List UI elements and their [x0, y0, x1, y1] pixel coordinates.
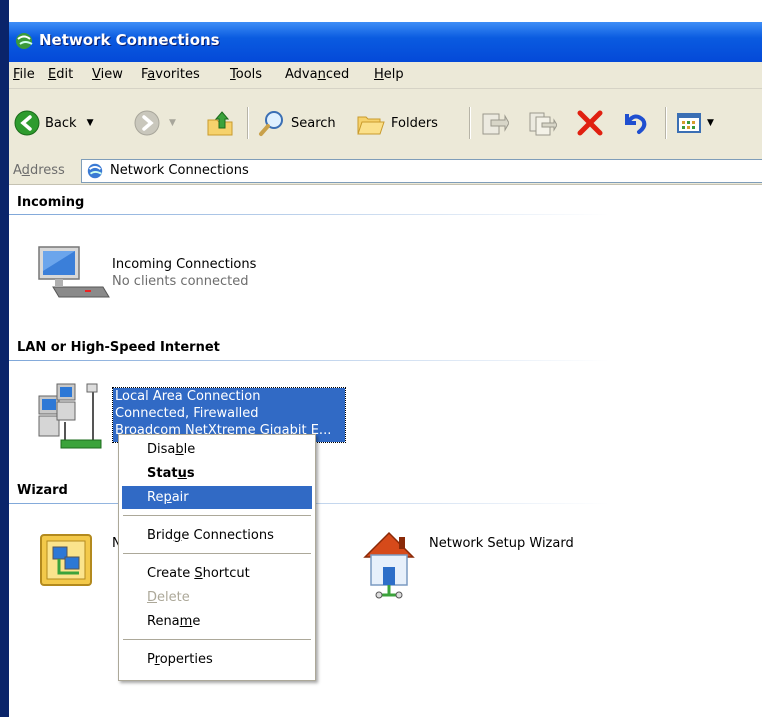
menu-tools[interactable]: Tools: [230, 67, 262, 82]
folders-button[interactable]: Folders: [355, 107, 438, 139]
undo-button[interactable]: [619, 107, 649, 139]
back-label: Back: [45, 115, 77, 131]
menu-view[interactable]: View: [92, 67, 123, 82]
ctx-delete: Delete: [147, 590, 190, 605]
views-button[interactable]: ▼: [675, 107, 714, 139]
up-folder-icon: [207, 111, 233, 136]
lan-connection-status: Connected, Firewalled: [115, 406, 259, 421]
back-arrow-icon: [14, 110, 40, 136]
toolbar-separator: [665, 107, 667, 139]
forward-arrow-icon: [134, 110, 160, 136]
menu-file[interactable]: File: [13, 67, 35, 82]
incoming-connections-label[interactable]: Incoming Connections No clients connecte…: [112, 256, 256, 290]
move-to-icon: [482, 113, 509, 135]
ctx-rename[interactable]: Rename: [122, 610, 312, 633]
folders-icon: [357, 116, 385, 135]
menu-advanced[interactable]: Advanced: [285, 67, 349, 82]
address-label: Address: [13, 163, 65, 178]
forward-button[interactable]: ▼: [133, 107, 176, 139]
copy-to-icon: [529, 112, 557, 136]
menu-edit[interactable]: Edit: [48, 67, 73, 82]
new-connection-wizard-icon[interactable]: [35, 529, 99, 593]
group-divider: [9, 360, 609, 361]
local-area-connection-icon[interactable]: [35, 382, 111, 454]
group-divider: [9, 214, 609, 215]
ctx-separator: [123, 553, 311, 554]
search-button[interactable]: Search: [257, 107, 336, 139]
back-button[interactable]: Back ▼: [13, 107, 93, 139]
ctx-bridge-connections[interactable]: Bridge Connections: [122, 524, 312, 547]
network-connections-icon: [87, 163, 103, 179]
window-title: Network Connections: [39, 31, 220, 49]
address-field[interactable]: Network Connections: [81, 159, 762, 183]
search-label: Search: [291, 115, 336, 131]
copy-to-button[interactable]: [527, 107, 557, 139]
group-wizard-title: Wizard: [17, 483, 68, 498]
ctx-disable[interactable]: Disable: [122, 438, 312, 461]
group-incoming-title: Incoming: [17, 195, 85, 210]
toolbar-separator: [469, 107, 471, 139]
window-left-edge: [0, 0, 9, 717]
ctx-repair[interactable]: Repair: [122, 486, 312, 509]
group-lan-title: LAN or High-Speed Internet: [17, 340, 220, 355]
ctx-properties[interactable]: Properties: [122, 648, 312, 671]
address-bar: Address Network Connections: [9, 157, 762, 185]
undo-icon: [625, 114, 647, 134]
views-dropdown-icon[interactable]: ▼: [707, 118, 714, 128]
incoming-connections-name: Incoming Connections: [112, 257, 257, 272]
title-bar[interactable]: Network Connections: [9, 22, 762, 62]
ctx-status[interactable]: Status: [122, 462, 312, 485]
menu-bar: File Edit View Favorites Tools Advanced …: [9, 62, 762, 89]
up-folder-button[interactable]: [205, 107, 235, 139]
context-menu: Disable Status Repair Bridge Connections…: [118, 434, 316, 681]
menu-help[interactable]: Help: [374, 67, 404, 82]
menu-favorites[interactable]: Favorites: [141, 67, 200, 82]
toolbar-separator: [247, 107, 249, 139]
views-icon: [677, 113, 701, 133]
ctx-separator: [123, 515, 311, 516]
incoming-connections-icon[interactable]: [33, 243, 113, 303]
lan-connection-name: Local Area Connection: [115, 389, 261, 404]
network-connections-icon: [16, 33, 33, 49]
incoming-connections-status: No clients connected: [112, 274, 249, 289]
delete-x-icon: [577, 110, 603, 136]
forward-dropdown-icon[interactable]: ▼: [169, 118, 176, 128]
explorer-window: Network Connections File Edit View Favor…: [0, 0, 762, 717]
standard-toolbar: Back ▼ ▼ Search Folders ▼: [9, 89, 762, 158]
ctx-create-shortcut[interactable]: Create Shortcut: [122, 562, 312, 585]
move-to-button[interactable]: [479, 107, 509, 139]
delete-button[interactable]: [575, 107, 605, 139]
folders-label: Folders: [391, 115, 438, 131]
back-dropdown-icon[interactable]: ▼: [87, 118, 94, 128]
ctx-separator: [123, 639, 311, 640]
network-setup-wizard-icon[interactable]: [355, 523, 425, 603]
network-setup-wizard-label[interactable]: Network Setup Wizard: [429, 535, 574, 552]
address-value: Network Connections: [110, 163, 249, 178]
search-icon: [259, 111, 283, 136]
